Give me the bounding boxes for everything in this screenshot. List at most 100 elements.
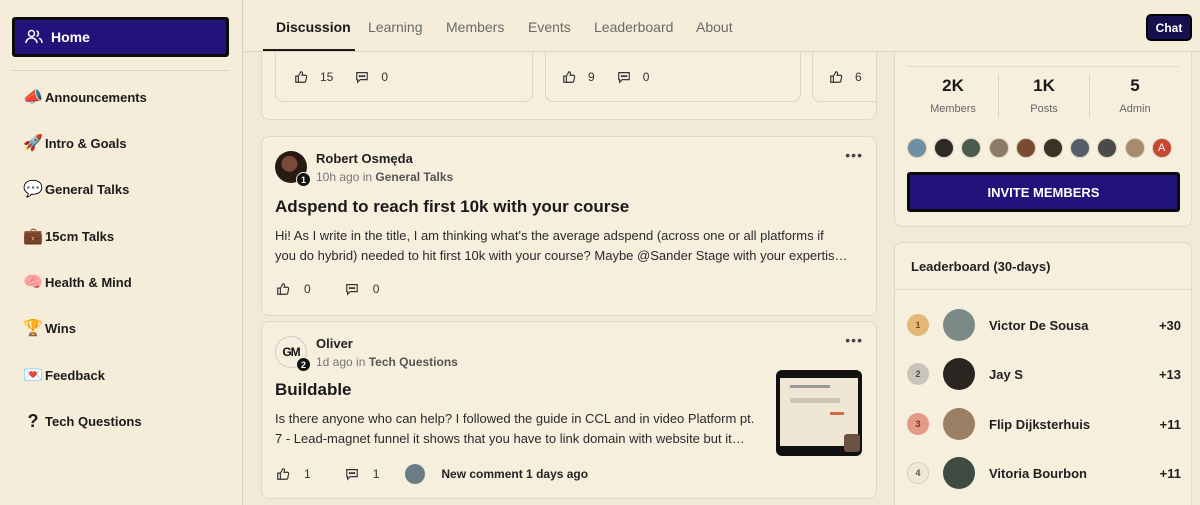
member-avatar[interactable] <box>1097 138 1118 158</box>
comment-icon[interactable] <box>617 70 631 84</box>
leaderboard-row[interactable]: 1 Victor De Sousa +30 <box>907 308 1181 342</box>
member-avatar[interactable] <box>961 138 982 158</box>
members-count: 2K <box>942 76 964 95</box>
sidebar-divider <box>12 70 229 71</box>
tab-about[interactable]: About <box>696 19 733 35</box>
thumbs-up-icon[interactable] <box>562 70 576 84</box>
sidebar-item-wins[interactable]: 🏆 Wins <box>22 316 76 340</box>
pinned-post-card[interactable]: 15 0 <box>275 52 533 102</box>
author-name[interactable]: Robert Osmęda <box>316 151 413 166</box>
thumbs-up-icon[interactable] <box>276 282 290 296</box>
tab-leaderboard[interactable]: Leaderboard <box>594 19 673 35</box>
member-avatar[interactable] <box>1015 138 1036 158</box>
like-count: 6 <box>855 70 862 84</box>
feed: 15 0 9 0 6 1 Robert Osmęda 10h ago in Ge… <box>261 52 877 505</box>
tab-events[interactable]: Events <box>528 19 571 35</box>
member-avatar[interactable] <box>907 138 927 158</box>
member-avatar[interactable]: A <box>1151 138 1172 158</box>
sidebar-item-label: Intro & Goals <box>45 135 127 151</box>
pinned-post-card[interactable]: 6 <box>812 52 876 102</box>
post-title[interactable]: Buildable <box>275 380 352 400</box>
avatar <box>943 408 975 440</box>
sidebar-item-general-talks[interactable]: 💬 General Talks <box>22 177 129 201</box>
pinned-post-card[interactable]: 9 0 <box>545 52 801 102</box>
leaderboard-points: +11 <box>1159 465 1181 481</box>
admin-stat[interactable]: 5 Admin <box>1090 76 1180 115</box>
member-avatar[interactable] <box>1124 138 1145 158</box>
post-thumbnail[interactable] <box>776 370 862 456</box>
sidebar-item-tech-questions[interactable]: ? Tech Questions <box>22 409 142 433</box>
leaderboard-row[interactable]: 3 Flip Dijksterhuis +11 <box>907 407 1181 441</box>
post-category[interactable]: Tech Questions <box>369 355 458 369</box>
member-avatar[interactable] <box>988 138 1009 158</box>
sidebar-item-label: General Talks <box>45 181 130 197</box>
comment-count: 0 <box>642 70 650 84</box>
chat-button[interactable]: Chat <box>1146 14 1192 41</box>
posts-count: 1K <box>1033 76 1055 95</box>
comment-icon[interactable] <box>345 467 359 481</box>
invite-members-button[interactable]: INVITE MEMBERS <box>907 172 1180 212</box>
sidebar-item-label: Announcements <box>45 89 147 105</box>
leaderboard-name: Vitoria Bourbon <box>989 465 1087 481</box>
member-avatar[interactable] <box>934 138 955 158</box>
admin-label: Admin <box>1119 103 1151 115</box>
rank-medal-icon: 3 <box>907 413 929 435</box>
pinned-posts-carousel: 15 0 9 0 6 <box>261 52 877 120</box>
trophy-icon: 🏆 <box>23 320 43 337</box>
leaderboard-card: Leaderboard (30-days) 1 Victor De Sousa … <box>894 242 1192 505</box>
thumbs-up-icon[interactable] <box>294 70 308 84</box>
sidebar-item-label: Health & Mind <box>45 274 132 290</box>
sidebar-item-feedback[interactable]: 💌 Feedback <box>22 363 105 387</box>
speech-bubble-icon: 💬 <box>23 181 43 198</box>
comment-icon[interactable] <box>355 70 369 84</box>
new-comment-indicator[interactable]: New comment 1 days ago <box>405 464 588 484</box>
community-stats-card: 2K Members 1K Posts 5 Admin A INVITE MEM… <box>894 52 1192 227</box>
sidebar-item-label: Feedback <box>45 367 105 383</box>
rocket-icon: 🚀 <box>23 135 43 152</box>
post-category[interactable]: General Talks <box>375 170 453 184</box>
post-card[interactable]: GM 2 Oliver 1d ago in Tech Questions •••… <box>261 321 877 499</box>
author-avatar[interactable]: GM 2 <box>275 336 311 372</box>
thumbs-up-icon[interactable] <box>829 70 843 84</box>
avatar <box>943 457 975 489</box>
leaderboard-row[interactable]: 4 Vitoria Bourbon +11 <box>907 456 1181 490</box>
post-time: 1d ago in <box>316 355 369 369</box>
post-body-line: Hi! As I write in the title, I am thinki… <box>275 228 824 243</box>
comment-icon[interactable] <box>345 282 359 296</box>
leaderboard-name: Jay S <box>989 366 1023 382</box>
sidebar-item-health-mind[interactable]: 🧠 Health & Mind <box>22 270 132 294</box>
post-meta: 10h ago in General Talks <box>316 170 453 184</box>
member-avatars: A <box>907 138 1179 158</box>
posts-label: Posts <box>1030 103 1058 115</box>
sidebar-item-15cm-talks[interactable]: 💼 15cm Talks <box>22 224 114 248</box>
rank-medal-icon: 4 <box>907 462 929 484</box>
avatar <box>405 464 426 484</box>
like-count: 1 <box>304 467 311 481</box>
post-title[interactable]: Adspend to reach first 10k with your cou… <box>275 197 629 217</box>
tab-discussion[interactable]: Discussion <box>276 19 351 35</box>
rank-medal-icon: 2 <box>907 363 929 385</box>
post-stats: 0 0 <box>276 282 379 296</box>
more-options-icon[interactable]: ••• <box>845 147 863 163</box>
member-avatar[interactable] <box>1042 138 1063 158</box>
megaphone-icon: 📣 <box>23 89 43 106</box>
leaderboard-row[interactable]: 2 Jay S +13 <box>907 357 1181 391</box>
member-avatar[interactable] <box>1070 138 1091 158</box>
post-time: 10h ago in <box>316 170 376 184</box>
more-options-icon[interactable]: ••• <box>845 332 863 348</box>
sidebar-item-announcements[interactable]: 📣 Announcements <box>22 85 147 109</box>
avatar <box>943 309 975 341</box>
tab-members[interactable]: Members <box>446 19 504 35</box>
sidebar: Home 📣 Announcements 🚀 Intro & Goals 💬 G… <box>0 0 243 505</box>
home-button[interactable]: Home <box>12 17 229 57</box>
author-avatar[interactable]: 1 <box>275 151 311 187</box>
thumbs-up-icon[interactable] <box>276 467 290 481</box>
post-card[interactable]: 1 Robert Osmęda 10h ago in General Talks… <box>261 136 877 316</box>
sidebar-item-intro-goals[interactable]: 🚀 Intro & Goals <box>22 131 127 155</box>
tab-learning[interactable]: Learning <box>368 19 423 35</box>
members-label: Members <box>930 103 976 115</box>
members-stat[interactable]: 2K Members <box>908 76 998 115</box>
sidebar-item-label: Tech Questions <box>45 413 142 429</box>
author-name[interactable]: Oliver <box>316 336 353 351</box>
sidebar-item-label: 15cm Talks <box>45 228 115 244</box>
